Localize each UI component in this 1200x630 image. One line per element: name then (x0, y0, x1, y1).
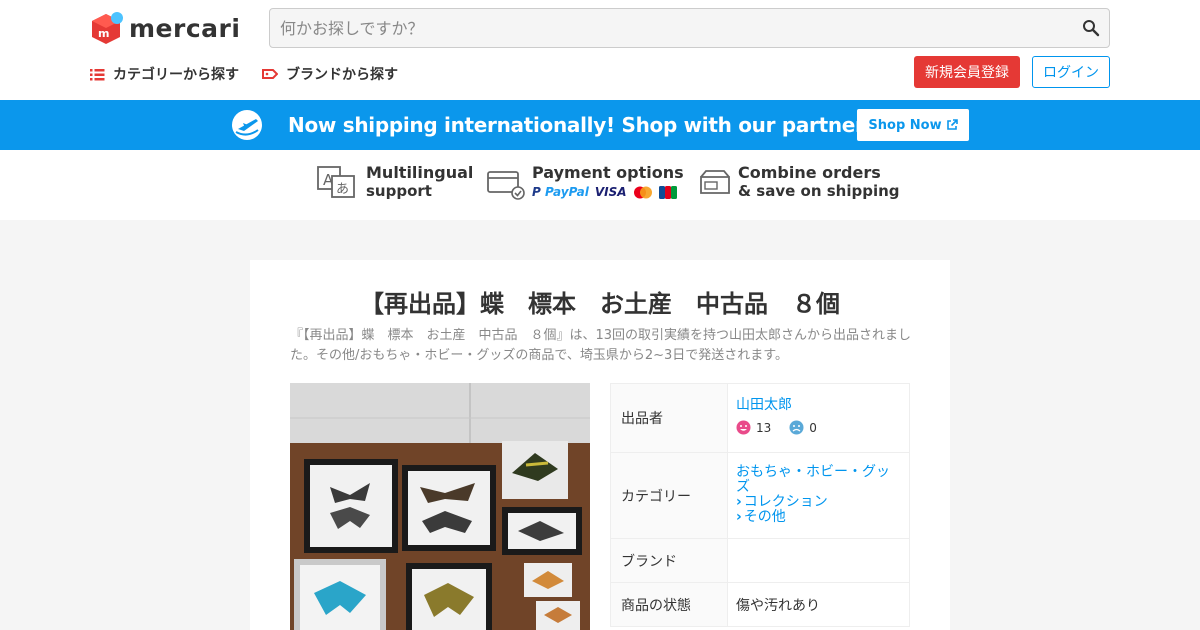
category-link-2-label: コレクション (743, 494, 828, 510)
package-icon (700, 170, 730, 194)
condition-value: 傷や汚れあり (728, 583, 910, 626)
shop-now-label: Shop Now (868, 117, 942, 133)
item-details-table: 出品者 山田太郎 13 0 カテゴリー おもちゃ・ホビー・グッズ › コレクショ… (610, 383, 910, 627)
condition-label: 商品の状態 (610, 583, 728, 626)
translate-icon: A あ (317, 166, 355, 198)
smile-face-icon (736, 420, 751, 435)
search-icon[interactable] (1082, 19, 1100, 37)
login-button[interactable]: ログイン (1032, 56, 1110, 88)
brand-value (728, 539, 910, 582)
item-photo[interactable] (290, 383, 590, 630)
brand-label: ブランド (610, 539, 728, 582)
nav-brand-link[interactable]: ブランドから探す (262, 64, 398, 84)
item-title: 【再出品】蝶 標本 お土産 中古品 ８個 (360, 290, 840, 318)
shop-now-button[interactable]: Shop Now (857, 109, 969, 141)
signup-button[interactable]: 新規会員登録 (914, 56, 1020, 88)
mercari-logo-icon: m (92, 12, 123, 44)
feature-combine-line1: Combine orders (738, 163, 881, 182)
feature-payment: Payment options P PayPal VISA (486, 164, 684, 201)
international-shipping-banner: Now shipping internationally! Shop with … (0, 100, 1200, 150)
feature-multilingual: A あ Multilingual support (316, 164, 473, 200)
category-link-1[interactable]: おもちゃ・ホビー・グッズ (736, 465, 901, 495)
seller-label: 出品者 (610, 384, 728, 452)
detail-row-brand: ブランド (610, 539, 910, 583)
chevron-right-icon: › (736, 509, 742, 525)
logo-text: mercari (129, 13, 241, 43)
tag-icon (262, 68, 278, 80)
seller-rating: 13 0 (736, 420, 901, 435)
search-input[interactable] (270, 9, 1070, 47)
external-link-icon (946, 119, 958, 130)
nav-category-label: カテゴリーから探す (113, 67, 239, 83)
credit-card-icon (487, 170, 525, 200)
detail-row-category: カテゴリー おもちゃ・ホビー・グッズ › コレクション › その他 (610, 453, 910, 539)
detail-row-seller: 出品者 山田太郎 13 0 (610, 384, 910, 453)
category-label: カテゴリー (610, 453, 728, 538)
sad-face-icon (789, 420, 804, 435)
category-cell: おもちゃ・ホビー・グッズ › コレクション › その他 (728, 453, 910, 538)
mastercard-icon (633, 186, 652, 198)
site-header: m mercari カテゴリーから探す ブランドから探す 新規会員登 (0, 0, 1200, 100)
jcb-icon (658, 185, 677, 199)
category-link-2[interactable]: › コレクション (736, 495, 901, 510)
list-icon (90, 68, 105, 81)
chevron-right-icon: › (736, 494, 742, 510)
search-bar (269, 8, 1110, 48)
detail-row-condition: 商品の状態 傷や汚れあり (610, 583, 910, 627)
feature-combine-orders: Combine orders & save on shipping (698, 164, 900, 200)
category-link-3-label: その他 (743, 509, 786, 525)
category-link-3[interactable]: › その他 (736, 510, 901, 525)
features-strip: A あ Multilingual support Payment options… (0, 150, 1200, 220)
nav-category-link[interactable]: カテゴリーから探す (90, 64, 239, 84)
paypal-logo-text: PayPal (544, 185, 589, 199)
butterfly-specimens-image (290, 383, 590, 630)
seller-name-link[interactable]: 山田太郎 (736, 394, 901, 414)
banner-text: Now shipping internationally! Shop with … (288, 113, 949, 137)
feature-payment-line1: Payment options (532, 163, 684, 182)
visa-logo: VISA (594, 185, 627, 199)
svg-text:あ: あ (336, 182, 349, 197)
feature-combine-line2: & save on shipping (738, 182, 900, 200)
paypal-logo: P PayPal (532, 185, 589, 199)
nav-brand-label: ブランドから探す (286, 67, 398, 83)
item-description: 『【再出品】蝶 標本 お土産 中古品 ８個』は、13回の取引実績を持つ山田太郎さ… (290, 328, 912, 363)
item-card: 【再出品】蝶 標本 お土産 中古品 ８個 『【再出品】蝶 標本 お土産 中古品 … (250, 260, 950, 630)
feature-multilingual-line2: support (366, 182, 432, 200)
svg-text:m: m (98, 27, 109, 40)
feature-multilingual-line1: Multilingual (366, 163, 474, 182)
rating-bad-count: 0 (809, 420, 817, 435)
rating-good-count: 13 (756, 420, 772, 435)
mercari-logo[interactable]: m mercari (90, 11, 240, 45)
airplane-globe-icon (232, 110, 262, 140)
seller-cell: 山田太郎 13 0 (728, 384, 910, 452)
